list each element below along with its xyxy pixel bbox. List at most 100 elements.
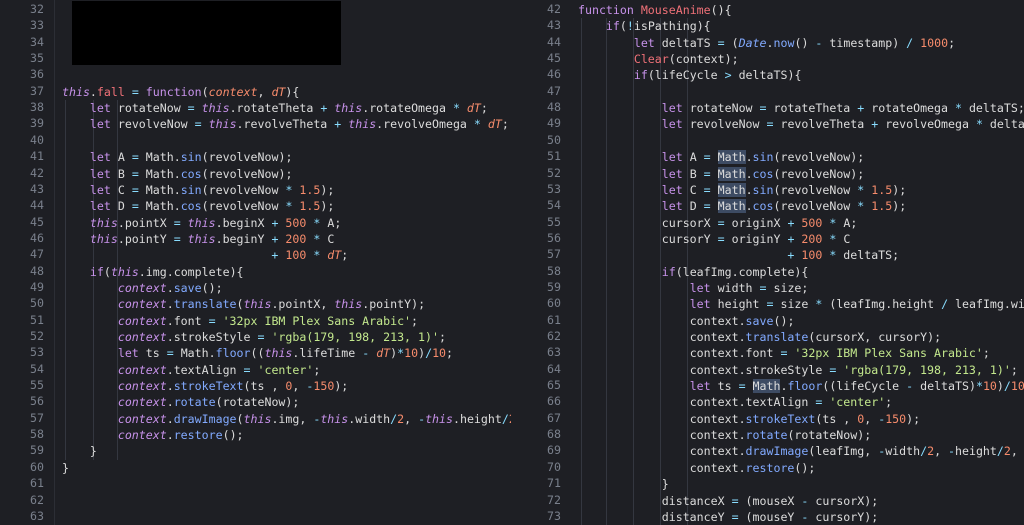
code-line[interactable]: let revolveNow = revolveTheta + revolveO…	[578, 116, 1024, 132]
line-number: 54	[30, 361, 44, 376]
code-line[interactable]: context.strokeText(ts , 0, -150);	[578, 411, 920, 427]
line-number: 50	[30, 296, 44, 311]
line-number: 41	[30, 149, 44, 164]
code-line[interactable]: let rotateNow = rotateTheta + rotateOmeg…	[578, 100, 1024, 116]
editor-pane-right[interactable]: 42 43 44 45 46 47 48 49 50 51 52 53 54 55 56 57 58 59 60 61…	[511, 0, 1024, 525]
line-number: 56	[30, 394, 44, 409]
line-number: 59	[30, 443, 44, 458]
code-line[interactable]: let B = Math.cos(revolveNow);	[578, 166, 864, 182]
code-line[interactable]: this.pointY = this.beginY + 200 * C	[62, 231, 334, 247]
line-number: 57	[30, 410, 44, 425]
line-number: 38	[30, 100, 44, 115]
code-line[interactable]: }	[578, 476, 669, 492]
code-line[interactable]: let D = Math.cos(revolveNow * 1.5);	[62, 198, 334, 214]
code-line[interactable]: let A = Math.sin(revolveNow);	[62, 149, 293, 165]
code-line[interactable]: context.translate(cursorX, cursorY);	[578, 329, 941, 345]
code-line[interactable]: context.save();	[578, 313, 795, 329]
line-number: 44	[547, 34, 561, 49]
code-line[interactable]: let ts = Math.floor((this.lifeTime - dT)…	[62, 345, 453, 361]
line-number: 71	[547, 476, 561, 491]
editor-pane-left[interactable]: 32 33 34 35 36 37 38 39 40 41 42 43 44 45 46 47 48 49 50 51…	[0, 0, 511, 525]
line-number: 64	[547, 361, 561, 376]
code-line[interactable]: let D = Math.cos(revolveNow * 1.5);	[578, 198, 906, 214]
code-line[interactable]: let revolveNow = this.revolveTheta + thi…	[62, 116, 509, 132]
code-line[interactable]: }	[62, 460, 69, 476]
code-line[interactable]: distanceX = (mouseX - cursorX);	[578, 493, 878, 509]
code-line[interactable]: + 100 * deltaTS;	[578, 247, 899, 263]
line-number: 48	[547, 100, 561, 115]
code-line[interactable]: let C = Math.sin(revolveNow * 1.5);	[62, 182, 334, 198]
code-line[interactable]: let C = Math.sin(revolveNow * 1.5);	[578, 182, 906, 198]
code-line[interactable]: context.rotate(rotateNow);	[62, 394, 300, 410]
line-number: 54	[547, 198, 561, 213]
code-line[interactable]: this.fall = function(context, dT){	[62, 84, 299, 100]
line-number: 69	[547, 443, 561, 458]
code-line[interactable]: distanceY = (mouseY - cursorY);	[578, 509, 878, 525]
code-line[interactable]: if(leafImg.complete){	[578, 264, 809, 280]
line-number-gutter: 42 43 44 45 46 47 48 49 50 51 52 53 54 55 56 57 58 59 60 61…	[517, 0, 571, 525]
code-line[interactable]: context.font = '32px IBM Plex Sans Arabi…	[62, 313, 418, 329]
line-number: 48	[30, 263, 44, 278]
code-line[interactable]: if(!isPathing){	[578, 18, 711, 34]
code-line[interactable]: let ts = Math.floor((lifeCycle - deltaTS…	[578, 378, 1024, 394]
line-number-gutter: 32 33 34 35 36 37 38 39 40 41 42 43 44 45 46 47 48 49 50 51…	[0, 0, 55, 525]
line-number: 72	[547, 492, 561, 507]
code-line[interactable]: context.drawImage(leafImg, -width/2, -he…	[578, 443, 1024, 459]
line-number: 44	[30, 198, 44, 213]
code-line[interactable]: context.restore();	[62, 427, 244, 443]
line-number: 61	[30, 476, 44, 491]
code-line[interactable]: }	[62, 443, 97, 459]
code-line[interactable]: if(lifeCycle > deltaTS){	[578, 67, 802, 83]
code-line[interactable]: context.rotate(rotateNow);	[578, 427, 872, 443]
code-line[interactable]: context.font = '32px IBM Plex Sans Arabi…	[578, 345, 990, 361]
code-line[interactable]: context.translate(this.pointX, this.poin…	[62, 296, 425, 312]
code-line[interactable]: context.textAlign = 'center';	[578, 394, 892, 410]
code-line[interactable]: cursorX = originX + 500 * A;	[578, 215, 858, 231]
line-number: 61	[547, 312, 561, 327]
code-line[interactable]: let rotateNow = this.rotateTheta + this.…	[62, 100, 488, 116]
code-line[interactable]: this.pointX = this.beginX + 500 * A;	[62, 215, 341, 231]
code-line[interactable]: let A = Math.sin(revolveNow);	[578, 149, 864, 165]
line-number: 49	[547, 116, 561, 131]
line-number: 62	[547, 329, 561, 343]
line-number: 62	[30, 492, 44, 507]
code-line[interactable]: context.textAlign = 'center';	[62, 362, 320, 378]
line-number: 58	[547, 263, 561, 278]
line-number: 34	[30, 34, 44, 49]
code-line[interactable]: context.strokeStyle = 'rgba(179, 198, 21…	[62, 329, 446, 345]
line-number: 49	[30, 279, 44, 294]
line-number: 53	[30, 345, 44, 360]
line-number: 63	[30, 508, 44, 523]
line-number: 36	[30, 67, 44, 82]
line-number: 46	[30, 230, 44, 245]
code-line[interactable]: let B = Math.cos(revolveNow);	[62, 166, 293, 182]
line-number: 67	[547, 410, 561, 425]
line-number: 42	[547, 2, 561, 16]
code-line[interactable]: context.save();	[62, 280, 223, 296]
line-number: 45	[547, 51, 561, 66]
code-line[interactable]: if(this.img.complete){	[62, 264, 244, 280]
line-number: 66	[547, 394, 561, 409]
code-line[interactable]: context.restore();	[578, 460, 816, 476]
line-number: 60	[547, 296, 561, 311]
line-number: 51	[30, 312, 44, 327]
code-line[interactable]: Clear(context);	[578, 51, 739, 67]
code-line[interactable]: let deltaTS = (Date.now() - timestamp) /…	[578, 35, 955, 51]
line-number: 47	[30, 247, 44, 262]
code-line[interactable]: context.drawImage(this.img, -this.width/…	[62, 411, 511, 427]
line-number: 68	[547, 427, 561, 442]
code-line[interactable]: let width = size;	[578, 280, 809, 296]
line-number: 59	[547, 279, 561, 294]
code-line[interactable]: + 100 * dT;	[62, 247, 348, 263]
code-line[interactable]: let height = size * (leafImg.height / le…	[578, 296, 1024, 312]
line-number: 73	[547, 508, 561, 523]
code-line[interactable]: cursorY = originY + 200 * C	[578, 231, 851, 247]
code-line[interactable]: context.strokeStyle = 'rgba(179, 198, 21…	[578, 362, 1018, 378]
line-number: 40	[30, 132, 44, 147]
line-number: 43	[30, 181, 44, 196]
code-line[interactable]: function MouseAnime(){	[578, 2, 732, 18]
line-number: 45	[30, 214, 44, 229]
line-number: 65	[547, 378, 561, 393]
code-line[interactable]: context.strokeText(ts , 0, -150);	[62, 378, 348, 394]
line-number: 50	[547, 132, 561, 147]
